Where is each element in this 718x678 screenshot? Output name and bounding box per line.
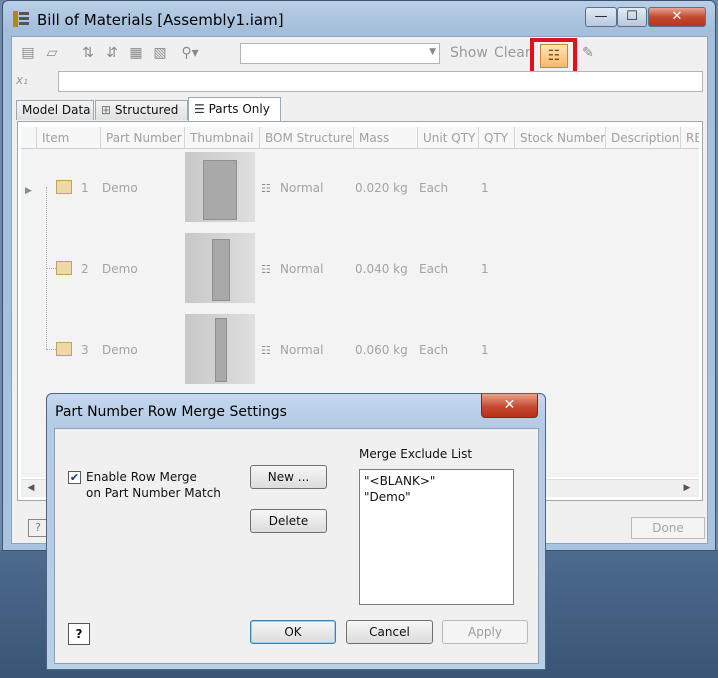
bom-structure-icon: ☷ xyxy=(261,344,271,357)
done-button[interactable]: Done xyxy=(631,517,705,539)
minimize-button[interactable]: — xyxy=(585,7,617,27)
column-header-item[interactable]: Item xyxy=(37,127,101,149)
cell-qty: 1 xyxy=(481,262,489,276)
part-thumbnail xyxy=(185,314,255,384)
part-thumbnail xyxy=(185,233,255,303)
close-button[interactable]: ✕ xyxy=(648,7,706,27)
cell-mass: 0.060 kg xyxy=(355,343,408,357)
cell-unit-qty: Each xyxy=(419,262,449,276)
part-icon xyxy=(56,342,72,356)
merge-exclude-list[interactable]: "<BLANK>" "Demo" xyxy=(359,469,514,605)
toolbar: ▤ ▱ ⇅ ⇵ ▦ ▧ ⚲▾ ▼ Show Clear ☷ ✎ xyxy=(12,38,707,77)
help-button[interactable]: ? xyxy=(28,519,48,537)
tab-model-data[interactable]: Model Data xyxy=(16,100,94,120)
bom-structure-icon: ☷ xyxy=(261,263,271,276)
bom-app-icon xyxy=(13,11,29,27)
chevron-down-icon: ▼ xyxy=(429,47,436,57)
sort-descending-icon[interactable]: ⇵ xyxy=(102,43,122,63)
enable-row-merge-label-line1: Enable Row Merge xyxy=(86,470,197,484)
part-thumbnail xyxy=(185,152,255,222)
parts-only-icon: ☰ xyxy=(194,102,209,116)
cell-part-number: Demo xyxy=(102,181,138,195)
cell-bom-structure: Normal xyxy=(280,262,324,276)
find-icon[interactable]: ⚲▾ xyxy=(174,43,206,63)
cell-bom-structure: Normal xyxy=(280,181,324,195)
cell-item: 3 xyxy=(81,343,89,357)
formula-bar: x₁ xyxy=(12,69,707,95)
tab-structured-label: Structured xyxy=(114,103,179,117)
scroll-left-icon[interactable]: ◀ xyxy=(23,482,39,495)
bom-structure-icon: ☷ xyxy=(261,182,271,195)
clear-button[interactable]: Clear xyxy=(494,45,531,61)
ok-button[interactable]: OK xyxy=(250,620,336,644)
delete-button[interactable]: Delete xyxy=(250,509,327,533)
part-shape xyxy=(215,318,227,382)
cell-qty: 1 xyxy=(481,343,489,357)
cell-bom-structure: Normal xyxy=(280,343,324,357)
column-header-mass[interactable]: Mass xyxy=(354,127,418,149)
cell-part-number: Demo xyxy=(102,343,138,357)
cell-unit-qty: Each xyxy=(419,181,449,195)
tree-branch xyxy=(46,268,56,269)
column-header-description[interactable]: Description xyxy=(606,127,681,149)
cell-unit-qty: Each xyxy=(419,343,449,357)
column-header-rev[interactable]: REV xyxy=(681,127,699,149)
merge-exclude-list-label: Merge Exclude List xyxy=(359,447,473,461)
enable-row-merge-label: Enable Row Merge on Part Number Match xyxy=(86,469,236,501)
tree-branch xyxy=(46,349,56,350)
dialog-close-button[interactable]: ✕ xyxy=(481,394,538,418)
sort-ascending-icon[interactable]: ⇅ xyxy=(78,43,98,63)
column-header-bom-structure[interactable]: BOM Structure xyxy=(260,127,354,149)
part-shape xyxy=(203,160,237,220)
formula-input[interactable] xyxy=(58,71,703,92)
part-shape xyxy=(212,239,230,301)
part-number-merge-settings-icon[interactable]: ▧ xyxy=(150,43,170,63)
part-icon xyxy=(56,261,72,275)
dialog-help-button[interactable]: ? xyxy=(68,623,90,645)
maximize-button[interactable]: ☐ xyxy=(617,7,647,27)
renumber-icon[interactable]: ▦ xyxy=(126,43,146,63)
edit-icon[interactable]: ✎ xyxy=(578,43,598,63)
row-header-corner xyxy=(21,127,37,149)
new-button[interactable]: New ... xyxy=(250,465,327,489)
column-header-qty[interactable]: QTY xyxy=(479,127,515,149)
column-header-part-number[interactable]: Part Number xyxy=(101,127,185,149)
cell-part-number: Demo xyxy=(102,262,138,276)
apply-button[interactable]: Apply xyxy=(442,620,528,644)
cell-item: 2 xyxy=(81,262,89,276)
list-item[interactable]: "<BLANK>" xyxy=(364,473,509,489)
cell-qty: 1 xyxy=(481,181,489,195)
column-header-thumbnail[interactable]: Thumbnail xyxy=(185,127,260,149)
column-header-stock-number[interactable]: Stock Number xyxy=(515,127,606,149)
part-icon xyxy=(56,180,72,194)
row-expand-icon[interactable]: ▶ xyxy=(25,186,32,196)
window-title: Bill of Materials [Assembly1.iam] xyxy=(37,11,284,29)
enable-row-merge-checkbox[interactable]: ✔ xyxy=(68,471,81,484)
tab-parts-only[interactable]: ☰ Parts Only xyxy=(188,97,281,121)
dialog-client-area: ✔ Enable Row Merge on Part Number Match … xyxy=(54,428,539,664)
cancel-button[interactable]: Cancel xyxy=(346,620,433,644)
row-merge-settings-dialog: Part Number Row Merge Settings ✕ ✔ Enabl… xyxy=(46,393,546,670)
cell-mass: 0.020 kg xyxy=(355,181,408,195)
cell-item: 1 xyxy=(81,181,89,195)
view-options-icon[interactable]: ▱ xyxy=(42,43,62,63)
enable-row-merge-label-line2: on Part Number Match xyxy=(86,486,221,500)
formula-icon[interactable]: x₁ xyxy=(16,73,38,91)
list-item[interactable]: "Demo" xyxy=(364,489,509,505)
cell-mass: 0.040 kg xyxy=(355,262,408,276)
filter-combo[interactable]: ▼ xyxy=(240,43,440,64)
tab-parts-only-label: Parts Only xyxy=(208,102,270,116)
export-bom-icon[interactable]: ▤ xyxy=(18,43,38,63)
tab-structured[interactable]: ⊞ Structured xyxy=(95,100,188,120)
scroll-right-icon[interactable]: ▶ xyxy=(679,482,695,495)
show-button[interactable]: Show xyxy=(450,45,488,61)
dialog-title: Part Number Row Merge Settings xyxy=(55,404,287,420)
column-header-unit-qty[interactable]: Unit QTY xyxy=(418,127,479,149)
structured-icon: ⊞ xyxy=(101,103,115,117)
